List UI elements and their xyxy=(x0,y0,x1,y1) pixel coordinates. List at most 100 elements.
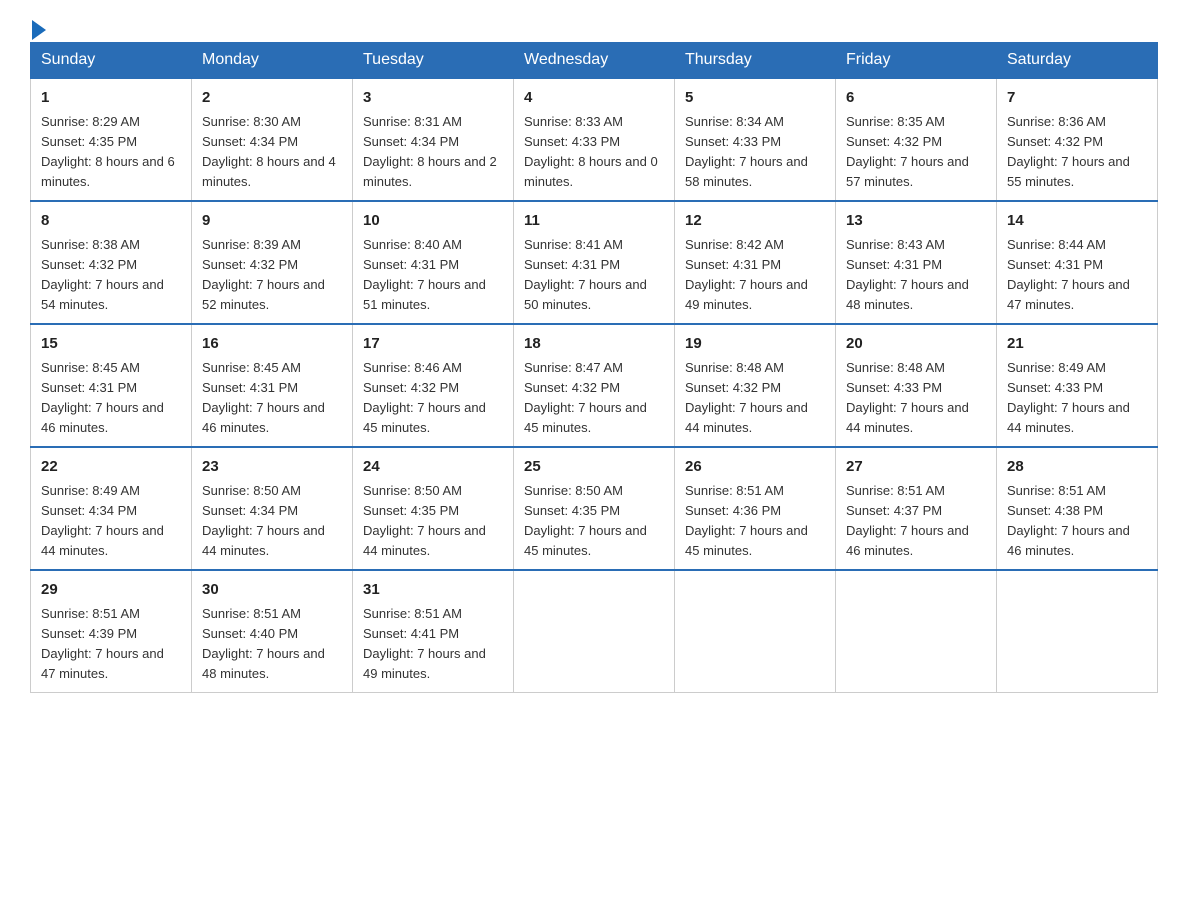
day-info: Sunrise: 8:45 AMSunset: 4:31 PMDaylight:… xyxy=(202,358,342,439)
calendar-day-cell: 4Sunrise: 8:33 AMSunset: 4:33 PMDaylight… xyxy=(514,78,675,201)
calendar-day-cell: 7Sunrise: 8:36 AMSunset: 4:32 PMDaylight… xyxy=(997,78,1158,201)
calendar-day-cell: 24Sunrise: 8:50 AMSunset: 4:35 PMDayligh… xyxy=(353,447,514,570)
calendar-week-row: 29Sunrise: 8:51 AMSunset: 4:39 PMDayligh… xyxy=(31,570,1158,693)
calendar-day-cell: 9Sunrise: 8:39 AMSunset: 4:32 PMDaylight… xyxy=(192,201,353,324)
calendar-day-cell: 21Sunrise: 8:49 AMSunset: 4:33 PMDayligh… xyxy=(997,324,1158,447)
day-info: Sunrise: 8:45 AMSunset: 4:31 PMDaylight:… xyxy=(41,358,181,439)
calendar-day-cell: 14Sunrise: 8:44 AMSunset: 4:31 PMDayligh… xyxy=(997,201,1158,324)
calendar-week-row: 22Sunrise: 8:49 AMSunset: 4:34 PMDayligh… xyxy=(31,447,1158,570)
day-number: 12 xyxy=(685,210,825,233)
day-number: 24 xyxy=(363,456,503,479)
calendar-day-cell xyxy=(514,570,675,693)
calendar-week-row: 15Sunrise: 8:45 AMSunset: 4:31 PMDayligh… xyxy=(31,324,1158,447)
day-number: 10 xyxy=(363,210,503,233)
logo xyxy=(30,20,46,32)
day-number: 18 xyxy=(524,333,664,356)
calendar-day-cell: 2Sunrise: 8:30 AMSunset: 4:34 PMDaylight… xyxy=(192,78,353,201)
day-number: 5 xyxy=(685,87,825,110)
day-number: 3 xyxy=(363,87,503,110)
day-info: Sunrise: 8:49 AMSunset: 4:34 PMDaylight:… xyxy=(41,481,181,562)
day-number: 4 xyxy=(524,87,664,110)
calendar-day-cell: 27Sunrise: 8:51 AMSunset: 4:37 PMDayligh… xyxy=(836,447,997,570)
calendar-day-cell: 11Sunrise: 8:41 AMSunset: 4:31 PMDayligh… xyxy=(514,201,675,324)
calendar-day-cell: 1Sunrise: 8:29 AMSunset: 4:35 PMDaylight… xyxy=(31,78,192,201)
day-info: Sunrise: 8:51 AMSunset: 4:38 PMDaylight:… xyxy=(1007,481,1147,562)
day-number: 15 xyxy=(41,333,181,356)
page-header xyxy=(30,20,1158,32)
day-info: Sunrise: 8:50 AMSunset: 4:35 PMDaylight:… xyxy=(524,481,664,562)
day-number: 20 xyxy=(846,333,986,356)
weekday-header: Sunday xyxy=(31,43,192,79)
day-number: 27 xyxy=(846,456,986,479)
day-number: 26 xyxy=(685,456,825,479)
day-number: 9 xyxy=(202,210,342,233)
day-info: Sunrise: 8:48 AMSunset: 4:32 PMDaylight:… xyxy=(685,358,825,439)
calendar-day-cell: 13Sunrise: 8:43 AMSunset: 4:31 PMDayligh… xyxy=(836,201,997,324)
weekday-header: Thursday xyxy=(675,43,836,79)
day-info: Sunrise: 8:34 AMSunset: 4:33 PMDaylight:… xyxy=(685,112,825,193)
day-info: Sunrise: 8:42 AMSunset: 4:31 PMDaylight:… xyxy=(685,235,825,316)
day-number: 11 xyxy=(524,210,664,233)
day-info: Sunrise: 8:35 AMSunset: 4:32 PMDaylight:… xyxy=(846,112,986,193)
day-number: 28 xyxy=(1007,456,1147,479)
calendar-day-cell: 28Sunrise: 8:51 AMSunset: 4:38 PMDayligh… xyxy=(997,447,1158,570)
day-number: 22 xyxy=(41,456,181,479)
calendar-day-cell: 26Sunrise: 8:51 AMSunset: 4:36 PMDayligh… xyxy=(675,447,836,570)
day-info: Sunrise: 8:33 AMSunset: 4:33 PMDaylight:… xyxy=(524,112,664,193)
calendar-day-cell: 22Sunrise: 8:49 AMSunset: 4:34 PMDayligh… xyxy=(31,447,192,570)
day-info: Sunrise: 8:44 AMSunset: 4:31 PMDaylight:… xyxy=(1007,235,1147,316)
day-info: Sunrise: 8:38 AMSunset: 4:32 PMDaylight:… xyxy=(41,235,181,316)
day-number: 2 xyxy=(202,87,342,110)
day-info: Sunrise: 8:51 AMSunset: 4:36 PMDaylight:… xyxy=(685,481,825,562)
calendar-day-cell: 23Sunrise: 8:50 AMSunset: 4:34 PMDayligh… xyxy=(192,447,353,570)
day-info: Sunrise: 8:51 AMSunset: 4:40 PMDaylight:… xyxy=(202,604,342,685)
weekday-header: Monday xyxy=(192,43,353,79)
calendar-day-cell: 12Sunrise: 8:42 AMSunset: 4:31 PMDayligh… xyxy=(675,201,836,324)
day-number: 21 xyxy=(1007,333,1147,356)
calendar-day-cell: 8Sunrise: 8:38 AMSunset: 4:32 PMDaylight… xyxy=(31,201,192,324)
day-info: Sunrise: 8:47 AMSunset: 4:32 PMDaylight:… xyxy=(524,358,664,439)
day-number: 23 xyxy=(202,456,342,479)
calendar-day-cell: 5Sunrise: 8:34 AMSunset: 4:33 PMDaylight… xyxy=(675,78,836,201)
weekday-header: Tuesday xyxy=(353,43,514,79)
day-number: 31 xyxy=(363,579,503,602)
calendar-table: SundayMondayTuesdayWednesdayThursdayFrid… xyxy=(30,42,1158,693)
calendar-day-cell: 25Sunrise: 8:50 AMSunset: 4:35 PMDayligh… xyxy=(514,447,675,570)
day-info: Sunrise: 8:39 AMSunset: 4:32 PMDaylight:… xyxy=(202,235,342,316)
day-number: 16 xyxy=(202,333,342,356)
day-info: Sunrise: 8:50 AMSunset: 4:34 PMDaylight:… xyxy=(202,481,342,562)
day-number: 8 xyxy=(41,210,181,233)
day-number: 30 xyxy=(202,579,342,602)
day-info: Sunrise: 8:41 AMSunset: 4:31 PMDaylight:… xyxy=(524,235,664,316)
calendar-day-cell xyxy=(675,570,836,693)
day-number: 25 xyxy=(524,456,664,479)
day-info: Sunrise: 8:50 AMSunset: 4:35 PMDaylight:… xyxy=(363,481,503,562)
day-number: 19 xyxy=(685,333,825,356)
calendar-day-cell: 18Sunrise: 8:47 AMSunset: 4:32 PMDayligh… xyxy=(514,324,675,447)
calendar-day-cell: 10Sunrise: 8:40 AMSunset: 4:31 PMDayligh… xyxy=(353,201,514,324)
weekday-header: Saturday xyxy=(997,43,1158,79)
day-number: 6 xyxy=(846,87,986,110)
day-info: Sunrise: 8:51 AMSunset: 4:37 PMDaylight:… xyxy=(846,481,986,562)
weekday-header: Wednesday xyxy=(514,43,675,79)
day-info: Sunrise: 8:48 AMSunset: 4:33 PMDaylight:… xyxy=(846,358,986,439)
calendar-day-cell xyxy=(836,570,997,693)
logo-arrow-icon xyxy=(32,20,46,40)
day-info: Sunrise: 8:29 AMSunset: 4:35 PMDaylight:… xyxy=(41,112,181,193)
calendar-day-cell: 30Sunrise: 8:51 AMSunset: 4:40 PMDayligh… xyxy=(192,570,353,693)
calendar-day-cell xyxy=(997,570,1158,693)
calendar-day-cell: 15Sunrise: 8:45 AMSunset: 4:31 PMDayligh… xyxy=(31,324,192,447)
calendar-week-row: 8Sunrise: 8:38 AMSunset: 4:32 PMDaylight… xyxy=(31,201,1158,324)
calendar-day-cell: 20Sunrise: 8:48 AMSunset: 4:33 PMDayligh… xyxy=(836,324,997,447)
calendar-day-cell: 31Sunrise: 8:51 AMSunset: 4:41 PMDayligh… xyxy=(353,570,514,693)
day-info: Sunrise: 8:31 AMSunset: 4:34 PMDaylight:… xyxy=(363,112,503,193)
day-info: Sunrise: 8:49 AMSunset: 4:33 PMDaylight:… xyxy=(1007,358,1147,439)
day-info: Sunrise: 8:36 AMSunset: 4:32 PMDaylight:… xyxy=(1007,112,1147,193)
day-info: Sunrise: 8:51 AMSunset: 4:39 PMDaylight:… xyxy=(41,604,181,685)
calendar-week-row: 1Sunrise: 8:29 AMSunset: 4:35 PMDaylight… xyxy=(31,78,1158,201)
calendar-day-cell: 17Sunrise: 8:46 AMSunset: 4:32 PMDayligh… xyxy=(353,324,514,447)
calendar-day-cell: 19Sunrise: 8:48 AMSunset: 4:32 PMDayligh… xyxy=(675,324,836,447)
day-info: Sunrise: 8:51 AMSunset: 4:41 PMDaylight:… xyxy=(363,604,503,685)
day-info: Sunrise: 8:40 AMSunset: 4:31 PMDaylight:… xyxy=(363,235,503,316)
day-number: 7 xyxy=(1007,87,1147,110)
